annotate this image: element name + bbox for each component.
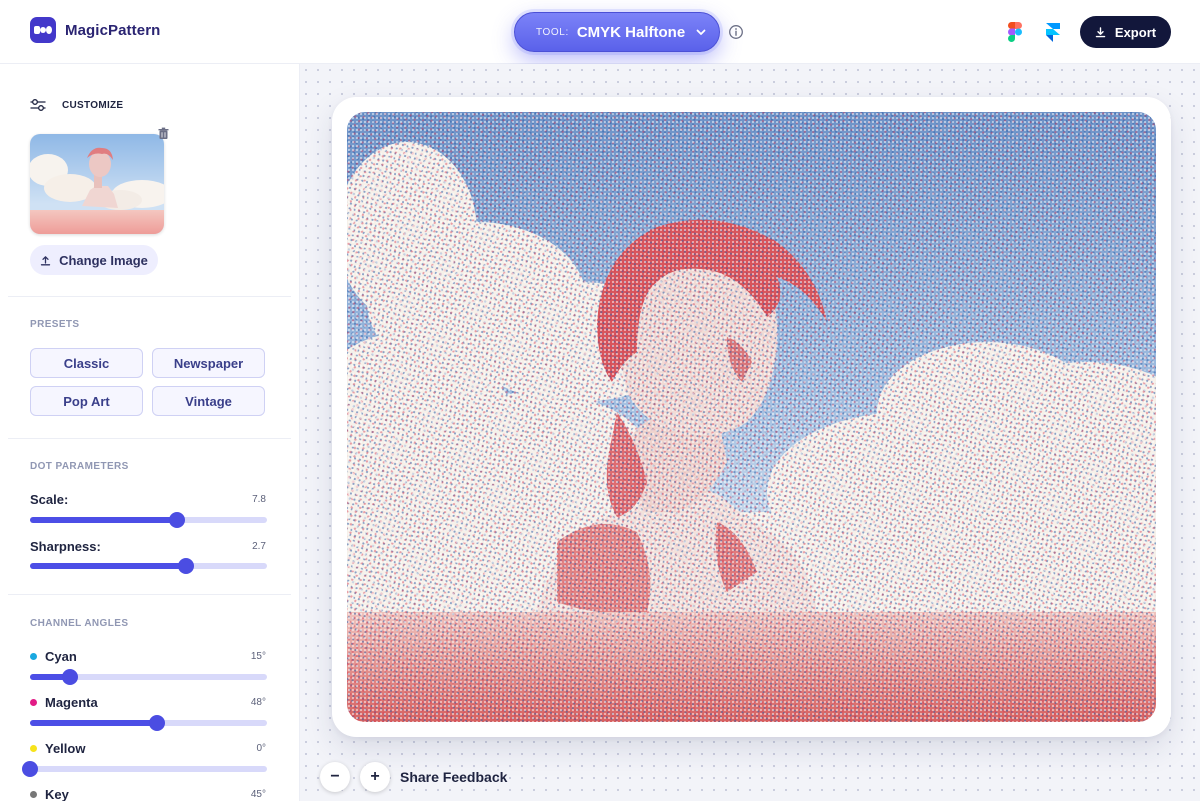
magenta-swatch-icon: [30, 699, 37, 706]
slider-handle[interactable]: [148, 715, 165, 731]
key-value: 45°: [250, 789, 266, 800]
zoom-in-button[interactable]: +: [360, 762, 390, 792]
app-logo[interactable]: MagicPattern: [30, 17, 160, 43]
cyan-label: Cyan: [30, 649, 77, 664]
share-feedback-link[interactable]: Share Feedback: [400, 769, 507, 785]
top-bar: MagicPattern TOOL: CMYK Halftone Export: [0, 0, 1200, 64]
magenta-value: 48°: [250, 697, 266, 708]
slider-handle[interactable]: [178, 558, 195, 574]
magenta-label-text: Magenta: [45, 695, 98, 710]
preset-vintage-button[interactable]: Vintage: [152, 386, 265, 416]
change-image-label: Change Image: [59, 252, 148, 268]
yellow-label-text: Yellow: [45, 741, 86, 756]
cyan-angle-slider[interactable]: [30, 669, 267, 685]
key-label: Key: [30, 787, 69, 801]
preset-classic-button[interactable]: Classic: [30, 348, 143, 378]
preset-newspaper-button[interactable]: Newspaper: [152, 348, 265, 378]
tool-prefix-label: TOOL:: [536, 26, 569, 38]
sharpness-label: Sharpness:: [30, 539, 101, 554]
scale-value: 7.8: [252, 494, 266, 505]
source-image-thumbnail[interactable]: [30, 134, 164, 234]
divider: [8, 296, 291, 297]
info-icon[interactable]: [728, 24, 744, 40]
key-label-text: Key: [45, 787, 69, 801]
yellow-label: Yellow: [30, 741, 85, 756]
tool-selector-button[interactable]: TOOL: CMYK Halftone: [514, 12, 720, 52]
trash-icon[interactable]: [157, 127, 170, 145]
change-image-button[interactable]: Change Image: [30, 245, 158, 275]
minus-icon: −: [330, 768, 340, 785]
slider-handle[interactable]: [22, 761, 38, 777]
yellow-swatch-icon: [30, 745, 37, 752]
dot-parameters-label: DOT PARAMETERS: [30, 461, 129, 472]
export-label: Export: [1114, 24, 1157, 40]
canvas-area: − + Share Feedback: [300, 64, 1200, 801]
export-button[interactable]: Export: [1080, 16, 1171, 48]
magenta-angle-slider[interactable]: [30, 715, 267, 731]
key-swatch-icon: [30, 791, 37, 798]
preview-frame: [332, 97, 1171, 737]
yellow-angle-slider[interactable]: [22, 761, 267, 777]
sharpness-slider[interactable]: [30, 558, 267, 574]
divider: [8, 438, 291, 439]
channel-angles-label: CHANNEL ANGLES: [30, 618, 129, 629]
preset-pop-art-button[interactable]: Pop Art: [30, 386, 143, 416]
cyan-label-text: Cyan: [45, 649, 77, 664]
scale-label: Scale:: [30, 492, 69, 507]
divider: [8, 594, 291, 595]
logo-mark-icon: [30, 17, 56, 43]
app-name: MagicPattern: [65, 21, 161, 39]
halftone-preview-image[interactable]: [347, 112, 1156, 722]
slider-handle[interactable]: [61, 669, 78, 685]
magenta-label: Magenta: [30, 695, 98, 710]
slider-handle[interactable]: [168, 512, 185, 528]
download-icon: [1095, 26, 1106, 38]
framer-icon[interactable]: [1046, 23, 1060, 48]
chevron-down-icon: [695, 26, 707, 38]
scale-slider[interactable]: [30, 512, 267, 528]
tool-name-label: CMYK Halftone: [576, 23, 686, 41]
figma-icon[interactable]: [1008, 22, 1022, 47]
cyan-value: 15°: [250, 651, 266, 662]
sliders-icon: [30, 99, 46, 111]
yellow-value: 0°: [256, 743, 266, 754]
upload-icon: [40, 255, 51, 266]
settings-sidebar: CUSTOMIZE Change Image PRESETS Classic N…: [0, 64, 300, 801]
presets-label: PRESETS: [30, 319, 80, 330]
customize-label: CUSTOMIZE: [62, 99, 124, 111]
zoom-out-button[interactable]: −: [320, 762, 350, 792]
customize-header: CUSTOMIZE: [30, 98, 123, 112]
plus-icon: +: [370, 768, 380, 785]
cyan-swatch-icon: [30, 653, 37, 660]
sharpness-value: 2.7: [252, 541, 266, 552]
